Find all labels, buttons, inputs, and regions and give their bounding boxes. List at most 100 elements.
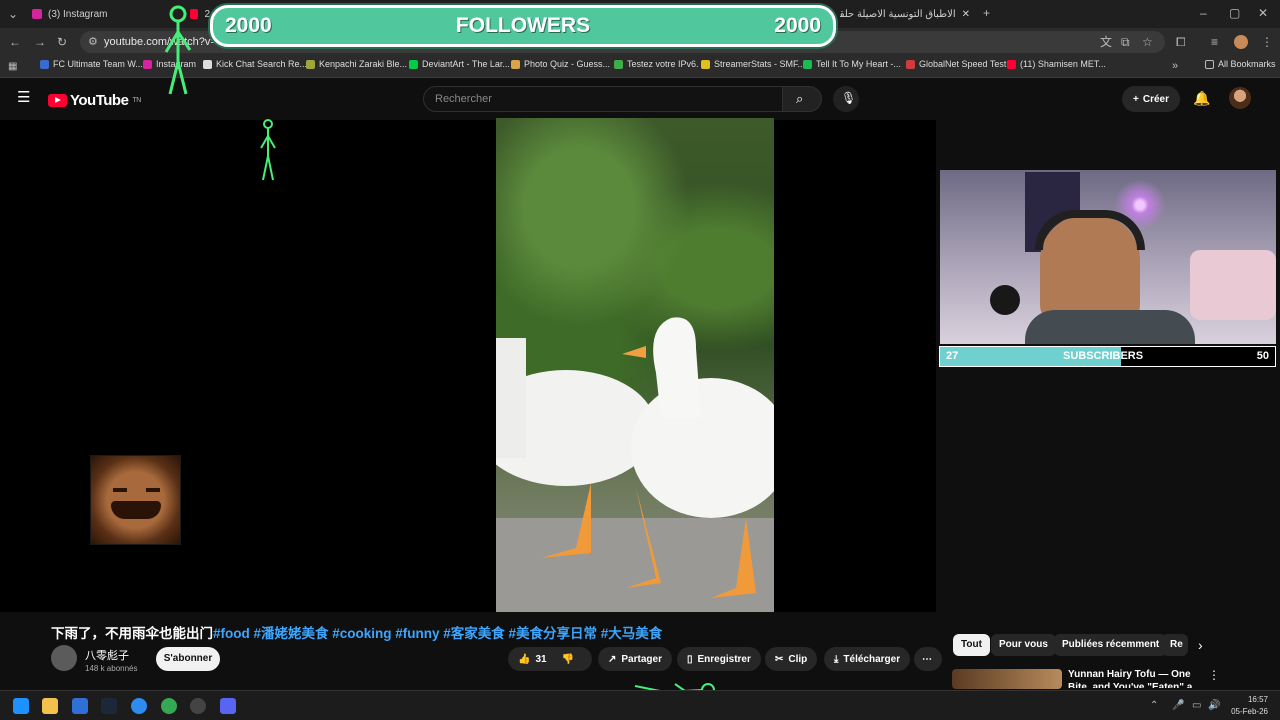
- search-input[interactable]: Rechercher: [423, 86, 783, 112]
- extensions-icon[interactable]: ⧠: [1176, 35, 1186, 49]
- account-avatar[interactable]: [1229, 87, 1251, 109]
- bookmark-item[interactable]: StreamerStats - SMF...: [701, 59, 805, 69]
- system-clock[interactable]: 16:57 05-Feb-26: [1224, 694, 1268, 718]
- hamburger-menu-icon[interactable]: ☰: [17, 90, 30, 105]
- bookmark-item[interactable]: Tell It To My Heart -...: [803, 59, 901, 69]
- create-button[interactable]: + Créer: [1122, 86, 1180, 112]
- channel-avatar[interactable]: [51, 645, 77, 671]
- video-frame-geese[interactable]: [496, 118, 774, 612]
- recommended-more-icon[interactable]: ⋮: [1208, 668, 1220, 682]
- chip-related[interactable]: Re: [1162, 634, 1188, 656]
- close-tab-icon[interactable]: ✕: [962, 9, 970, 20]
- obs-icon[interactable]: [190, 698, 206, 714]
- bookmark-label: Testez votre IPv6.: [627, 59, 699, 69]
- chip-all[interactable]: Tout: [953, 634, 990, 656]
- maximize-icon[interactable]: ▢: [1229, 6, 1240, 20]
- bookmark-item[interactable]: Photo Quiz - Guess...: [511, 59, 610, 69]
- close-window-icon[interactable]: ✕: [1258, 6, 1268, 20]
- discord-icon[interactable]: [220, 698, 236, 714]
- chrome-icon[interactable]: [161, 698, 177, 714]
- pillows: [1190, 250, 1276, 320]
- like-count[interactable]: 31: [535, 654, 546, 665]
- download-icon: ⤓: [834, 653, 839, 665]
- app-icon[interactable]: [131, 698, 147, 714]
- channel-subscriber-count: 148 k abonnés: [85, 664, 138, 673]
- tray-volume-icon[interactable]: 🔊: [1208, 699, 1220, 713]
- reading-list-icon[interactable]: ≡: [1211, 35, 1218, 49]
- thumbs-down-icon[interactable]: 👎: [562, 654, 574, 665]
- search-icon: ⌕: [796, 91, 804, 106]
- profile-avatar[interactable]: [1234, 35, 1248, 49]
- steam-icon[interactable]: [101, 698, 117, 714]
- video-title: 下雨了，不用雨伞也能出门#food #潘姥姥美食 #cooking #funny…: [51, 622, 662, 642]
- bookmark-item[interactable]: Testez votre IPv6.: [614, 59, 699, 69]
- subscribe-button[interactable]: S'abonner: [156, 647, 220, 671]
- more-bookmarks-icon[interactable]: »: [1172, 59, 1178, 73]
- save-label: Enregistrer: [697, 653, 751, 665]
- tray-microphone-icon[interactable]: 🎤: [1172, 699, 1184, 713]
- thumbs-up-icon[interactable]: 👍: [518, 654, 530, 665]
- bookmark-star-icon[interactable]: ☆: [1142, 35, 1153, 49]
- bookmark-item[interactable]: GlobalNet Speed Test: [906, 59, 1006, 69]
- tab-instagram[interactable]: (3) Instagram: [32, 4, 162, 24]
- channel-info[interactable]: 八零彪子 148 k abonnés: [85, 647, 138, 673]
- cast-icon[interactable]: ⧉: [1121, 35, 1130, 49]
- bookmark-favicon: [409, 59, 418, 69]
- recommended-video-title[interactable]: Yunnan Hairy Tofu — One Bite, and You've…: [1068, 668, 1208, 688]
- folder-icon: [1205, 59, 1214, 69]
- browser-menu-icon[interactable]: ⋮: [1261, 35, 1273, 49]
- all-bookmarks-folder[interactable]: All Bookmarks: [1205, 59, 1276, 69]
- bookmark-item[interactable]: (11) Shamisen MET...: [1007, 59, 1106, 69]
- notifications-bell-icon[interactable]: 🔔: [1193, 91, 1210, 105]
- voice-search-button[interactable]: 🎙: [833, 86, 859, 112]
- save-button[interactable]: ▯ Enregistrer: [677, 647, 761, 671]
- minimize-icon[interactable]: –: [1200, 6, 1207, 20]
- search-button[interactable]: ⌕: [782, 86, 822, 112]
- bookmark-item[interactable]: Kick Chat Search Re...: [203, 59, 307, 69]
- windows-start-icon[interactable]: [13, 698, 29, 714]
- subscribers-current: 27: [946, 350, 959, 362]
- translate-icon[interactable]: 文: [1100, 35, 1112, 49]
- file-explorer-icon[interactable]: [42, 698, 58, 714]
- search-placeholder: Rechercher: [435, 93, 492, 105]
- clip-button[interactable]: ✂ Clip: [765, 647, 818, 671]
- channel-name: 八零彪子: [85, 650, 129, 662]
- tray-chevron-up-icon[interactable]: ⌃: [1150, 699, 1158, 713]
- chip-for-you[interactable]: Pour vous: [991, 634, 1056, 656]
- bookmark-favicon: [614, 59, 623, 69]
- share-icon: ↗: [608, 653, 617, 665]
- instagram-icon: [32, 9, 42, 19]
- bookmark-item[interactable]: FC Ultimate Team W...: [40, 59, 143, 69]
- youtube-play-icon: [48, 94, 67, 107]
- recommended-video-thumbnail[interactable]: [952, 669, 1062, 689]
- forward-icon[interactable]: →: [34, 35, 46, 49]
- create-label: Créer: [1142, 93, 1169, 105]
- bookmark-label: StreamerStats - SMF...: [714, 59, 806, 69]
- share-button[interactable]: ↗ Partager: [598, 647, 672, 671]
- scissors-icon: ✂: [775, 653, 784, 665]
- chip-recently-uploaded[interactable]: Publiées récemment: [1054, 634, 1168, 656]
- sticker-left-eye: [113, 488, 127, 492]
- tab-arabic-video[interactable]: الاطباق التونسية الاصيلة حلقة اـ ✕: [840, 4, 970, 24]
- bookmark-item[interactable]: DeviantArt - The Lar...: [409, 59, 510, 69]
- bookmark-favicon: [1007, 59, 1016, 69]
- more-actions-button[interactable]: ⋯: [914, 647, 942, 671]
- logo-text: YouTube: [70, 92, 129, 109]
- youtube-logo[interactable]: YouTube TN: [48, 92, 141, 109]
- reload-icon[interactable]: ↻: [57, 35, 67, 49]
- bookmark-item[interactable]: Kenpachi Zaraki Ble...: [306, 59, 407, 69]
- geese-illustration: [496, 317, 774, 598]
- back-icon[interactable]: ←: [9, 35, 21, 49]
- chevron-right-icon[interactable]: ›: [1198, 638, 1203, 652]
- tab-label: (3) Instagram: [48, 8, 108, 20]
- site-info-icon[interactable]: ⚙: [88, 31, 98, 53]
- more-horizontal-icon: ⋯: [922, 653, 932, 665]
- download-button[interactable]: ⤓ Télécharger: [824, 647, 911, 671]
- tray-display-icon[interactable]: ▭: [1192, 699, 1201, 713]
- subscribers-goal: 50: [1256, 350, 1269, 362]
- outlook-icon[interactable]: [72, 698, 88, 714]
- tab-search-icon[interactable]: ⌄: [8, 7, 18, 21]
- apps-grid-icon[interactable]: ▦: [8, 60, 17, 74]
- video-hashtags[interactable]: #food #潘姥姥美食 #cooking #funny #客家美食 #美食分享…: [213, 626, 662, 641]
- new-tab-icon[interactable]: +: [983, 6, 990, 20]
